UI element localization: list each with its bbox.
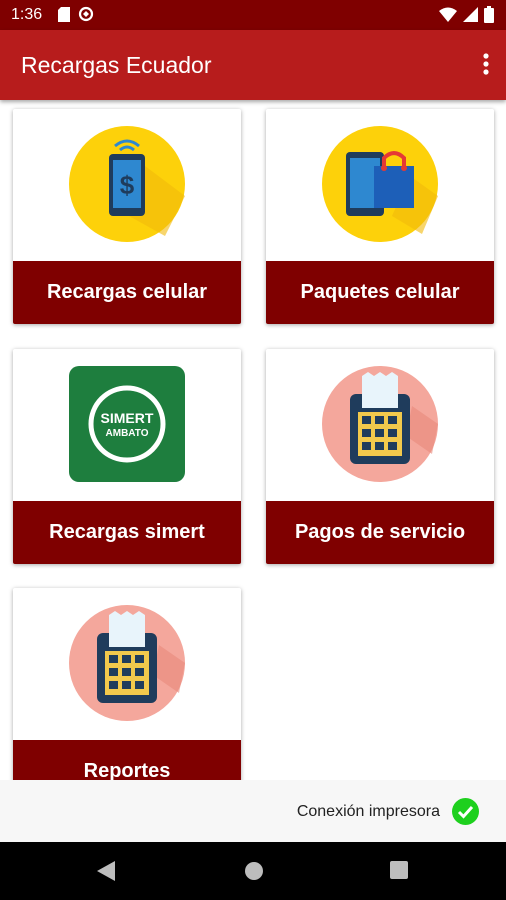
card-icon-area xyxy=(13,588,241,740)
battery-icon xyxy=(484,6,494,28)
card-label: Recargas celular xyxy=(13,261,241,324)
card-icon-area xyxy=(266,349,494,501)
card-icon-area: SIMERT AMBATO xyxy=(13,349,241,501)
pos-terminal-icon xyxy=(322,366,438,482)
back-icon[interactable] xyxy=(97,861,115,886)
status-time: 1:36 xyxy=(11,6,43,23)
logo-text-simert: SIMERT xyxy=(101,410,154,426)
card-label: Pagos de servicio xyxy=(266,501,494,564)
app-bar: Recargas Ecuador xyxy=(0,30,506,100)
overflow-menu-icon[interactable] xyxy=(480,52,492,78)
card-recargas-celular[interactable]: $ Recargas celular xyxy=(13,109,241,324)
status-bar: 1:36 xyxy=(0,0,506,30)
card-icon-area xyxy=(266,109,494,261)
data-saver-icon xyxy=(78,6,94,27)
logo-text-ambato: AMBATO xyxy=(106,428,149,439)
card-recargas-simert[interactable]: SIMERT AMBATO Recargas simert xyxy=(13,349,241,564)
card-icon-area: $ xyxy=(13,109,241,261)
card-label: Recargas simert xyxy=(13,501,241,564)
card-reportes[interactable]: Reportes xyxy=(13,588,241,803)
svg-text:$: $ xyxy=(120,170,135,200)
phone-recharge-icon: $ xyxy=(69,126,185,242)
card-pagos-de-servicio[interactable]: Pagos de servicio xyxy=(266,349,494,564)
simert-ambato-logo: SIMERT AMBATO xyxy=(69,366,185,482)
card-label: Paquetes celular xyxy=(266,261,494,324)
printer-status-bar: Conexión impresora xyxy=(0,780,506,842)
card-paquetes-celular[interactable]: Paquetes celular xyxy=(266,109,494,324)
printer-status-label: Conexión impresora xyxy=(296,803,440,820)
app-title: Recargas Ecuador xyxy=(21,52,212,78)
check-circle-icon xyxy=(452,798,479,830)
signal-icon xyxy=(463,7,478,27)
home-icon[interactable] xyxy=(244,861,264,886)
wifi-icon xyxy=(439,7,457,27)
sd-card-icon xyxy=(58,6,70,27)
phone-shopping-bag-icon xyxy=(322,126,438,242)
system-nav-bar xyxy=(0,842,506,900)
recents-icon[interactable] xyxy=(390,861,408,884)
pos-terminal-icon xyxy=(69,605,185,721)
